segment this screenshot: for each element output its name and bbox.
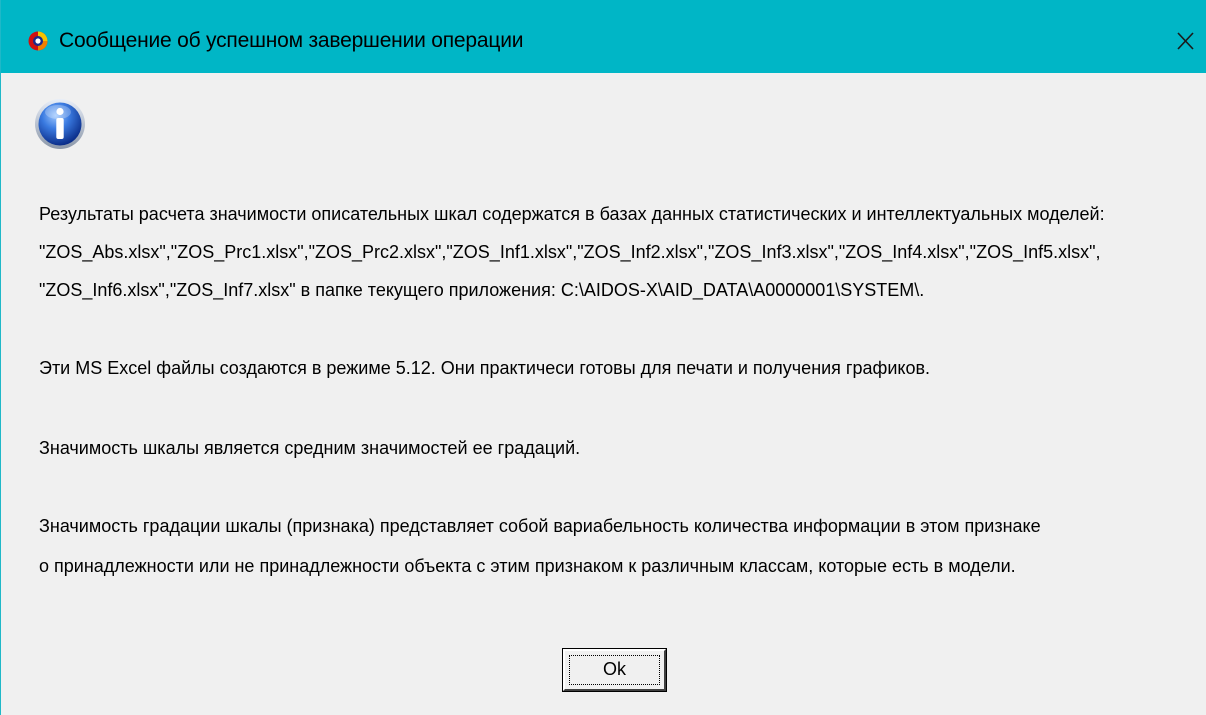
message-line-3: "ZOS_Inf6.xlsx","ZOS_Inf7.xlsx" в папке … [39, 280, 925, 300]
close-button[interactable] [1161, 18, 1206, 64]
dialog-title: Сообщение об успешном завершении операци… [59, 29, 524, 52]
ok-button-label: Ok [602, 659, 626, 679]
dialog-body: Результаты расчета значимости описательн… [2, 73, 1206, 715]
aidos-app-icon [28, 31, 48, 51]
message-line-2: "ZOS_Abs.xlsx","ZOS_Prc1.xlsx","ZOS_Prc2… [39, 242, 1101, 262]
title-bar[interactable]: Сообщение об успешном завершении операци… [1, 0, 1206, 73]
information-icon [35, 99, 85, 149]
message-line-5: Значимость шкалы является средним значим… [39, 438, 581, 458]
message-line-4: Эти MS Excel файлы создаются в режиме 5.… [39, 358, 931, 378]
message-line-1: Результаты расчета значимости описательн… [39, 204, 1105, 224]
message-dialog: Сообщение об успешном завершении операци… [0, 0, 1206, 715]
close-icon [1177, 32, 1194, 50]
ok-button[interactable]: Ok [562, 648, 667, 692]
message-line-6: Значимость градации шкалы (признака) пре… [39, 516, 1041, 536]
message-line-7: о принадлежности или не принадлежности о… [39, 556, 1016, 576]
